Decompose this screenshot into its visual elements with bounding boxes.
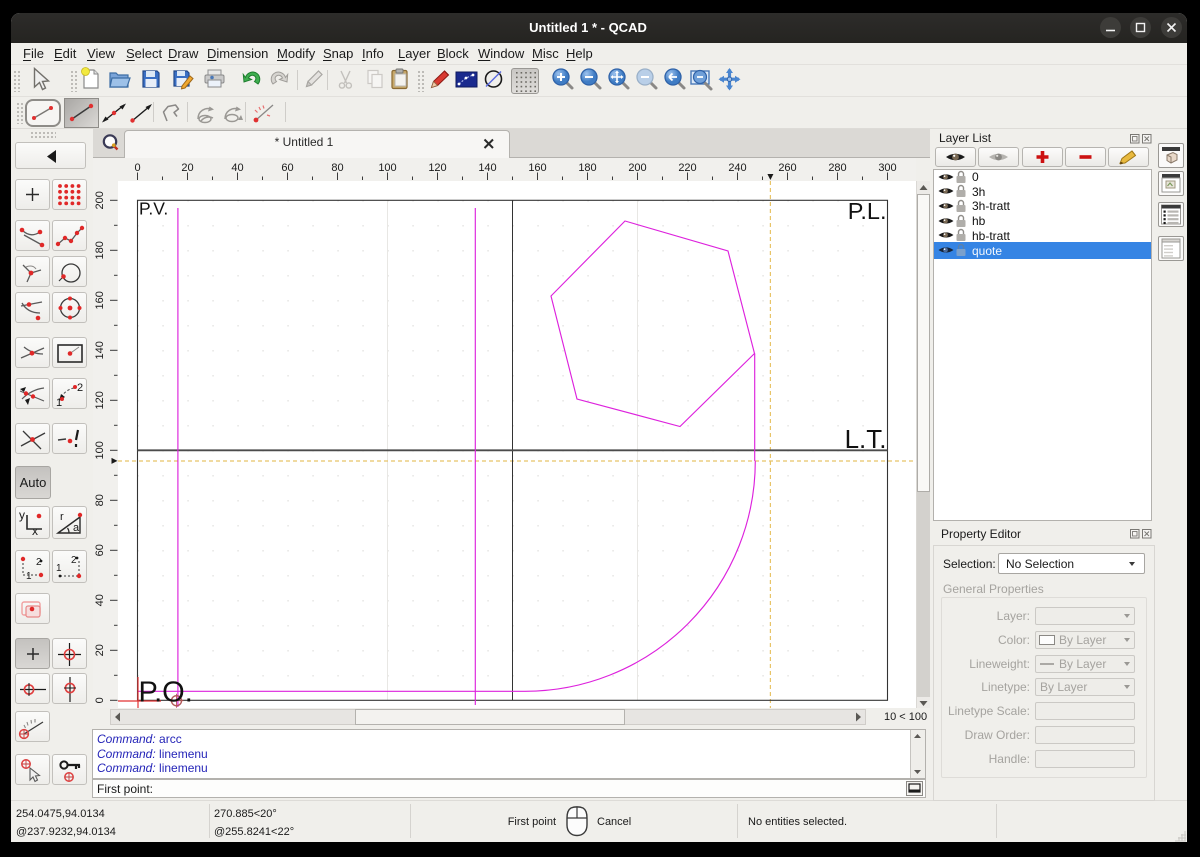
svg-text:60: 60: [94, 544, 106, 556]
svg-text:20: 20: [94, 644, 106, 656]
svg-text:140: 140: [94, 341, 106, 359]
svg-text:40: 40: [94, 594, 106, 606]
svg-text:160: 160: [528, 162, 546, 174]
svg-text:200: 200: [628, 162, 646, 174]
svg-text:200: 200: [94, 191, 106, 209]
svg-text:300: 300: [878, 162, 896, 174]
svg-text:180: 180: [578, 162, 596, 174]
svg-text:120: 120: [428, 162, 446, 174]
svg-text:P.V.: P.V.: [139, 199, 168, 219]
svg-text:80: 80: [94, 494, 106, 506]
svg-text:80: 80: [331, 162, 343, 174]
svg-text:0: 0: [94, 697, 106, 703]
svg-text:y: y: [19, 508, 25, 522]
svg-text:1: 1: [26, 571, 32, 582]
svg-text:1: 1: [56, 563, 62, 574]
svg-text:60: 60: [281, 162, 293, 174]
svg-text:100: 100: [378, 162, 396, 174]
svg-text:P.O.: P.O.: [139, 677, 193, 709]
svg-text:a: a: [73, 522, 80, 534]
svg-text:160: 160: [94, 291, 106, 309]
svg-text:40: 40: [231, 162, 243, 174]
svg-text:20: 20: [181, 162, 193, 174]
svg-text:120: 120: [94, 391, 106, 409]
svg-text:2: 2: [71, 555, 77, 566]
svg-text:2: 2: [36, 557, 42, 568]
svg-text:0: 0: [134, 162, 140, 174]
svg-text:100: 100: [94, 441, 106, 459]
svg-text:r: r: [60, 511, 64, 523]
svg-text:x: x: [32, 524, 38, 538]
svg-text:140: 140: [478, 162, 496, 174]
svg-text:220: 220: [678, 162, 696, 174]
svg-text:280: 280: [828, 162, 846, 174]
svg-text:2: 2: [77, 382, 83, 394]
svg-text:180: 180: [94, 241, 106, 259]
svg-text:260: 260: [778, 162, 796, 174]
svg-text:P.L.: P.L.: [848, 198, 887, 224]
svg-text:240: 240: [728, 162, 746, 174]
svg-text:L.T.: L.T.: [845, 424, 887, 454]
